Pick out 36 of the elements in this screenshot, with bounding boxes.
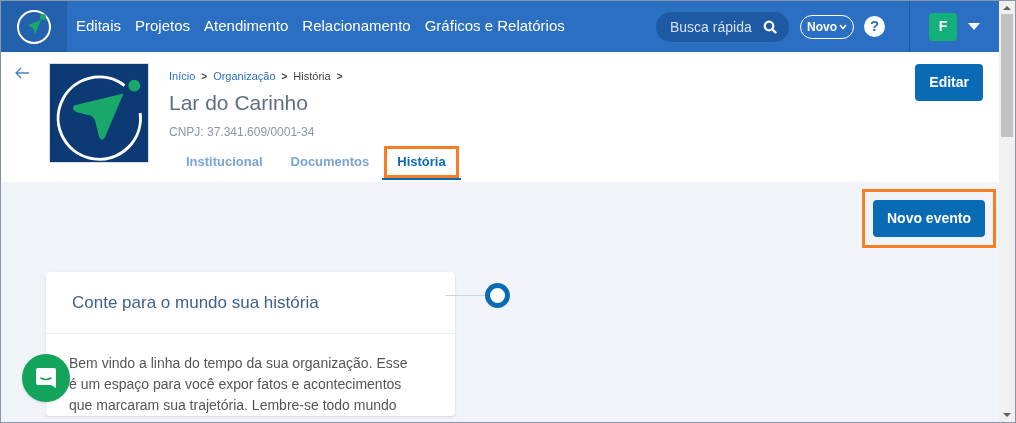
new-event-button[interactable]: Novo evento (873, 200, 985, 237)
caret-icon[interactable] (968, 22, 980, 31)
scrollbar-thumb[interactable] (1001, 14, 1013, 137)
breadcrumb-separator: > (201, 69, 208, 84)
logo-icon[interactable] (16, 8, 52, 45)
nav-link[interactable]: Relacionamento (302, 15, 411, 38)
nav-link[interactable]: Atendimento (204, 15, 289, 38)
scrollbar[interactable] (999, 1, 1015, 422)
scroll-down-icon[interactable] (1003, 412, 1011, 418)
breadcrumb-link[interactable]: Início (169, 68, 196, 85)
breadcrumb-link[interactable]: Organização (213, 68, 276, 85)
page-title: Lar do Carinho (169, 89, 309, 116)
nav-link[interactable]: Gráficos e Relatórios (424, 15, 565, 38)
cnpj-text: CNPJ: 37.341.609/0001-34 (169, 123, 316, 141)
nav-link[interactable]: Projetos (135, 15, 191, 38)
card-title: Conte para o mundo sua história (46, 272, 455, 334)
timeline-node-icon (485, 283, 510, 308)
tab[interactable]: Institucional (173, 145, 276, 180)
scroll-up-icon[interactable] (1003, 5, 1011, 11)
breadcrumb-separator: > (336, 69, 343, 84)
card-text: Bem vindo a linha do tempo da sua organização. Esse é um espaço para você expor fatos e acontecimentos que marcaram sua trajetória. Lembre-se todo mundo (68, 354, 409, 415)
tab[interactable]: Documentos (277, 145, 383, 180)
tab[interactable]: História (384, 145, 459, 180)
nav-link[interactable]: Editais (76, 15, 122, 38)
chat-button[interactable] (22, 354, 70, 402)
search-icon (763, 19, 777, 34)
search-field[interactable]: Busca rápida (656, 11, 789, 42)
user-avatar[interactable]: F (929, 12, 957, 41)
edit-button[interactable]: Editar (915, 64, 983, 101)
chevron-icon (839, 23, 847, 30)
timeline-connector (445, 295, 485, 296)
help-button[interactable]: ? (864, 16, 885, 37)
breadcrumb-separator: > (281, 69, 288, 84)
chat-icon (35, 367, 57, 389)
breadcrumb-current: História (293, 69, 331, 84)
back-arrow-icon[interactable] (15, 67, 30, 79)
